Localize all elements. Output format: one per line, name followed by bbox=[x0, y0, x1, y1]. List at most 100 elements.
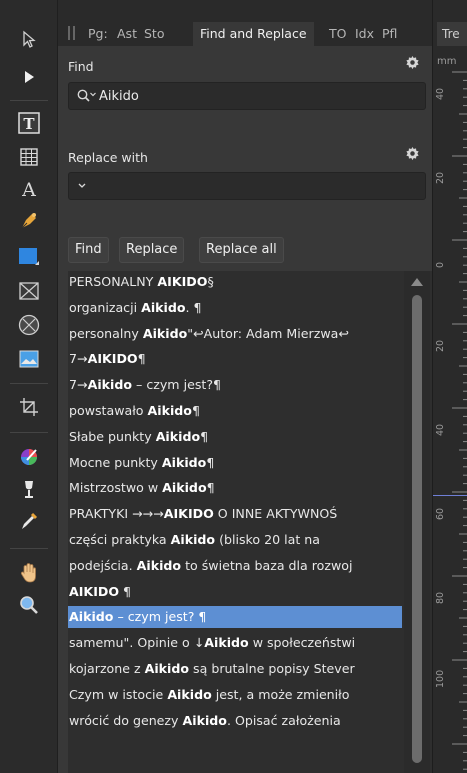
result-context-after: w społeczeństwi bbox=[248, 635, 356, 651]
artistic-text-tool-icon[interactable]: A bbox=[0, 172, 58, 206]
replace-all-button[interactable]: Replace all bbox=[199, 237, 284, 263]
result-row[interactable]: części praktyka Aikido (blisko 20 lat na bbox=[68, 529, 402, 551]
result-match: Aikido bbox=[170, 532, 216, 547]
ruler-number: 20 bbox=[435, 171, 446, 184]
result-context-before: Mocne punkty bbox=[69, 454, 162, 470]
search-dropdown-icon[interactable] bbox=[77, 89, 97, 103]
results-list: PERSONALNY AIKIDO§ organizacji Aikido. ¶ p… bbox=[68, 271, 432, 773]
result-context-before: części praktyka bbox=[69, 532, 171, 547]
results-scrollbar[interactable] bbox=[404, 271, 430, 773]
result-row[interactable]: Czym w istocie Aikido jest, a może zmien… bbox=[68, 684, 402, 706]
move-tool-icon[interactable] bbox=[0, 22, 58, 56]
replace-settings-gear-icon[interactable] bbox=[405, 146, 420, 161]
result-row[interactable]: samemu". Opinie o ↓Aikido w społeczeństw… bbox=[68, 632, 402, 654]
result-match: Aikido bbox=[69, 609, 114, 625]
result-context-before: 7→ bbox=[69, 351, 88, 367]
scrollbar-thumb[interactable] bbox=[412, 295, 422, 763]
ruler-number: 20 bbox=[435, 339, 446, 352]
tab-preflight[interactable]: Pfl bbox=[382, 22, 397, 46]
frame-text-tool-icon[interactable]: T bbox=[0, 106, 58, 140]
result-context-after: to świetna baza dla rozwoj bbox=[181, 557, 353, 573]
result-match: AIKIDO bbox=[157, 274, 208, 289]
result-row[interactable]: 7→Aikido – czym jest?¶ bbox=[68, 374, 402, 396]
ruler-number: 60 bbox=[435, 507, 446, 520]
tab-toc[interactable]: TO bbox=[329, 22, 346, 46]
rectangle-tool-icon[interactable] bbox=[0, 240, 58, 274]
result-context-after: ¶ bbox=[137, 351, 146, 367]
result-context-before: podejścia. bbox=[69, 557, 137, 573]
result-match: Aikido bbox=[162, 480, 207, 496]
dropdown-icon[interactable] bbox=[77, 180, 91, 194]
node-tool-icon[interactable] bbox=[0, 60, 58, 94]
result-context-before: Słabe punkty bbox=[69, 428, 156, 444]
result-row[interactable]: PRAKTYKI →→→AIKIDO O INNE AKTYWNOŚ bbox=[68, 503, 402, 525]
svg-text:A: A bbox=[21, 179, 36, 199]
find-replace-panel: Pg: Ast Sto Find and Replace TO Idx Pfl … bbox=[58, 0, 432, 773]
result-context-after: . ¶ bbox=[185, 299, 202, 315]
result-match: Aikido bbox=[182, 712, 227, 728]
pen-tool-icon[interactable] bbox=[0, 203, 58, 237]
picture-frame-tool-icon[interactable] bbox=[0, 274, 58, 308]
find-button[interactable]: Find bbox=[68, 237, 109, 263]
result-row[interactable]: organizacji Aikido. ¶ bbox=[68, 297, 402, 319]
find-input-value: Aikido bbox=[99, 89, 139, 104]
result-context-after: jest, a może zmieniło bbox=[211, 686, 350, 702]
result-match: Aikido bbox=[144, 661, 190, 676]
scroll-up-arrow-icon[interactable] bbox=[411, 278, 423, 286]
result-row[interactable]: Mocne punkty Aikido¶ bbox=[68, 452, 402, 474]
result-row[interactable]: Mistrzostwo w Aikido¶ bbox=[68, 477, 402, 499]
panel-tab-bar: Pg: Ast Sto Find and Replace TO Idx Pfl bbox=[58, 0, 432, 46]
tab-pages[interactable]: Pg: bbox=[88, 22, 108, 46]
result-match: Aikido bbox=[161, 454, 207, 470]
result-context-after: ¶ bbox=[191, 403, 200, 418]
result-context-before: kojarzone z bbox=[69, 661, 145, 676]
tab-index[interactable]: Idx bbox=[355, 22, 374, 46]
ruler-number: 0 bbox=[435, 261, 446, 268]
result-row[interactable]: Aikido – czym jest? ¶ bbox=[68, 606, 402, 629]
replace-button[interactable]: Replace bbox=[119, 237, 185, 263]
panel-grip-handle[interactable] bbox=[68, 26, 75, 40]
hand-tool-icon[interactable] bbox=[0, 556, 58, 590]
fill-tool-icon[interactable] bbox=[0, 472, 58, 506]
tab-stock[interactable]: Sto bbox=[144, 22, 164, 46]
result-context-after: ¶ bbox=[119, 583, 132, 599]
ruler-position-marker bbox=[433, 495, 467, 496]
result-match: Aikido bbox=[155, 428, 201, 444]
result-row[interactable]: PERSONALNY AIKIDO§ bbox=[68, 271, 402, 293]
result-row[interactable]: 7→AIKIDO¶ bbox=[68, 348, 402, 370]
result-context-before: PERSONALNY bbox=[69, 274, 158, 289]
result-row[interactable]: powstawało Aikido¶ bbox=[68, 400, 402, 422]
ellipse-frame-tool-icon[interactable] bbox=[0, 308, 58, 342]
result-context-after: – czym jest? ¶ bbox=[113, 609, 207, 625]
result-context-after: – czym jest?¶ bbox=[132, 377, 222, 393]
place-image-tool-icon[interactable] bbox=[0, 342, 58, 376]
table-tool-icon[interactable] bbox=[0, 140, 58, 174]
result-context-after: (blisko 20 lat na bbox=[215, 532, 320, 547]
result-context-after: § bbox=[207, 274, 214, 289]
eyedropper-tool-icon[interactable] bbox=[0, 504, 58, 538]
replace-input[interactable] bbox=[68, 172, 426, 200]
tab-assets[interactable]: Ast bbox=[117, 22, 137, 46]
result-row[interactable]: kojarzone z Aikido są brutalne popisy St… bbox=[68, 658, 402, 680]
result-context-after: O INNE AKTYWNOŚ bbox=[213, 506, 338, 522]
vertical-ruler[interactable]: Tre mm 40 20 0 20 40 60 80 100 bbox=[432, 0, 467, 773]
result-match: Aikido bbox=[87, 377, 133, 393]
result-row[interactable]: Słabe punkty Aikido¶ bbox=[68, 426, 402, 448]
result-row[interactable]: personalny Aikido"↩Autor: Adam Mierzwa↩ bbox=[68, 323, 402, 345]
zoom-tool-icon[interactable] bbox=[0, 588, 58, 622]
result-row[interactable]: wrócić do genezy Aikido. Opisać założeni… bbox=[68, 710, 402, 732]
find-input[interactable]: Aikido bbox=[68, 82, 426, 110]
find-settings-gear-icon[interactable] bbox=[405, 55, 420, 70]
tab-find-and-replace[interactable]: Find and Replace bbox=[193, 22, 314, 46]
result-context-before: PRAKTYKI →→→ bbox=[69, 506, 164, 522]
result-row[interactable]: AIKIDO ¶ bbox=[68, 581, 402, 603]
color-picker-wheel-icon[interactable] bbox=[0, 440, 58, 474]
ruler-number: 80 bbox=[435, 591, 446, 604]
result-row[interactable]: podejścia. Aikido to świetna baza dla ro… bbox=[68, 555, 402, 577]
crop-tool-icon[interactable] bbox=[0, 390, 58, 424]
result-context-before: Czym w istocie bbox=[69, 686, 168, 702]
result-match: Aikido bbox=[142, 325, 188, 341]
result-context-before: 7→ bbox=[69, 377, 88, 393]
result-context-after: ¶ bbox=[206, 454, 215, 470]
result-match: Aikido bbox=[141, 299, 186, 315]
